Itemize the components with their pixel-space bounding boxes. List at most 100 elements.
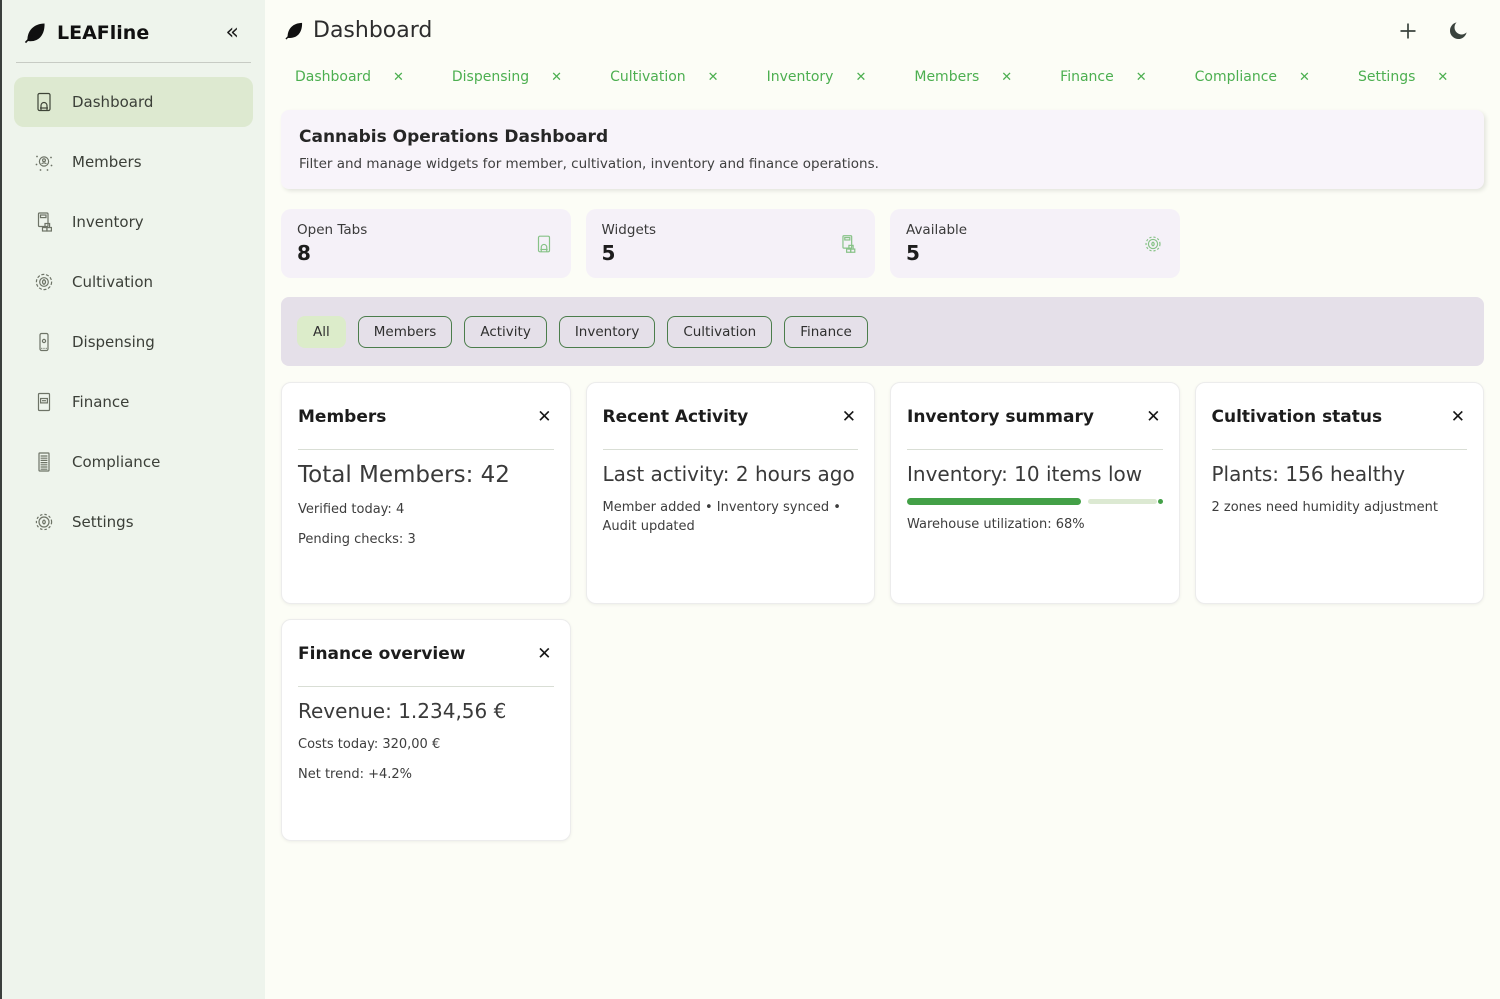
sidebar-collapse-button[interactable]: «	[218, 22, 247, 44]
tab-finance[interactable]: Finance✕	[1060, 69, 1146, 85]
widget-divider	[298, 686, 554, 687]
widget-primary-text: Total Members: 42	[298, 462, 554, 488]
progressbar-fill	[907, 498, 1081, 505]
widget-primary-text: Inventory: 10 items low	[907, 462, 1163, 486]
widget-divider	[603, 449, 859, 450]
moon-icon[interactable]	[1446, 19, 1470, 43]
widget-cultivation-status: Cultivation status ✕ Plants: 156 healthy…	[1195, 382, 1485, 604]
close-widget-icon[interactable]: ✕	[1449, 409, 1467, 426]
sidebar-item-label: Cultivation	[72, 273, 153, 291]
filter-bar: All Members Activity Inventory Cultivati…	[281, 297, 1484, 366]
widget-title: Recent Activity	[603, 407, 749, 427]
plus-icon[interactable]	[1396, 19, 1420, 43]
sidebar: LEAFline « Dashboard Members Inventory C…	[0, 0, 265, 999]
sidebar-item-label: Compliance	[72, 453, 160, 471]
sidebar-item-dashboard[interactable]: Dashboard	[14, 77, 253, 127]
sidebar-item-compliance[interactable]: Compliance	[14, 437, 253, 487]
sidebar-item-finance[interactable]: Finance	[14, 377, 253, 427]
close-tab-icon[interactable]: ✕	[1299, 70, 1310, 85]
close-tab-icon[interactable]: ✕	[1001, 70, 1012, 85]
finance-icon	[32, 390, 56, 414]
widget-divider	[1212, 449, 1468, 450]
filter-chip-inventory[interactable]: Inventory	[559, 316, 655, 348]
page-title: Dashboard	[313, 18, 1396, 43]
close-widget-icon[interactable]: ✕	[1144, 409, 1162, 426]
inventory-icon	[837, 233, 859, 255]
tab-cultivation[interactable]: Cultivation✕	[610, 69, 719, 85]
sidebar-item-label: Inventory	[72, 213, 144, 231]
main-content: Dashboard Dashboard✕ Dispensing✕ Cultiva…	[265, 0, 1500, 999]
widget-line: Net trend: +4.2%	[298, 766, 554, 785]
close-widget-icon[interactable]: ✕	[840, 409, 858, 426]
close-tab-icon[interactable]: ✕	[708, 70, 719, 85]
widget-divider	[907, 449, 1163, 450]
widget-finance-overview: Finance overview ✕ Revenue: 1.234,56 € C…	[281, 619, 571, 841]
close-tab-icon[interactable]: ✕	[393, 70, 404, 85]
widget-primary-text: Plants: 156 healthy	[1212, 462, 1468, 486]
warehouse-utilization-progressbar	[907, 498, 1163, 505]
stat-available: Available 5	[890, 209, 1180, 278]
leaf-logo-icon	[22, 20, 48, 46]
logo-row: LEAFline «	[14, 14, 253, 46]
leaf-icon	[283, 20, 305, 42]
tab-inventory[interactable]: Inventory✕	[767, 69, 867, 85]
close-widget-icon[interactable]: ✕	[535, 409, 553, 426]
widget-title: Cultivation status	[1212, 407, 1383, 427]
widget-line: 2 zones need humidity adjustment	[1212, 499, 1468, 518]
widget-title: Inventory summary	[907, 407, 1094, 427]
sidebar-item-label: Finance	[72, 393, 129, 411]
progressbar-track	[1088, 499, 1156, 504]
widget-inventory-summary: Inventory summary ✕ Inventory: 10 items …	[890, 382, 1180, 604]
tab-settings[interactable]: Settings✕	[1358, 69, 1448, 85]
tab-bar: Dashboard✕ Dispensing✕ Cultivation✕ Inve…	[295, 69, 1484, 85]
gear-icon	[1142, 233, 1164, 255]
settings-icon	[32, 510, 56, 534]
stat-label: Widgets	[602, 222, 657, 238]
close-tab-icon[interactable]: ✕	[1136, 70, 1147, 85]
stat-value: 5	[906, 241, 967, 265]
tab-members[interactable]: Members✕	[914, 69, 1012, 85]
sidebar-item-label: Dispensing	[72, 333, 155, 351]
dispensing-icon	[32, 330, 56, 354]
widget-line: Warehouse utilization: 68%	[907, 516, 1163, 535]
tab-compliance[interactable]: Compliance✕	[1195, 69, 1310, 85]
banner-subtitle: Filter and manage widgets for member, cu…	[299, 156, 1466, 172]
sidebar-item-inventory[interactable]: Inventory	[14, 197, 253, 247]
tab-dispensing[interactable]: Dispensing✕	[452, 69, 562, 85]
widget-title: Members	[298, 407, 386, 427]
widget-divider	[298, 449, 554, 450]
widget-title: Finance overview	[298, 644, 465, 664]
widget-line: Verified today: 4	[298, 501, 554, 520]
widget-line: Pending checks: 3	[298, 531, 554, 550]
sidebar-item-cultivation[interactable]: Cultivation	[14, 257, 253, 307]
stat-widgets: Widgets 5	[586, 209, 876, 278]
members-icon	[32, 150, 56, 174]
widget-line: Costs today: 320,00 €	[298, 736, 554, 755]
close-tab-icon[interactable]: ✕	[551, 70, 562, 85]
widget-members: Members ✕ Total Members: 42 Verified tod…	[281, 382, 571, 604]
close-tab-icon[interactable]: ✕	[855, 70, 866, 85]
filter-chip-all[interactable]: All	[297, 316, 346, 348]
dashboard-banner: Cannabis Operations Dashboard Filter and…	[281, 110, 1484, 189]
cultivation-icon	[32, 270, 56, 294]
stats-empty-cell	[1195, 209, 1485, 278]
widget-primary-text: Last activity: 2 hours ago	[603, 462, 859, 486]
sidebar-item-settings[interactable]: Settings	[14, 497, 253, 547]
sidebar-item-members[interactable]: Members	[14, 137, 253, 187]
tab-dashboard[interactable]: Dashboard✕	[295, 69, 404, 85]
stat-value: 8	[297, 241, 367, 265]
stats-row: Open Tabs 8 Widgets 5 Available 5	[281, 209, 1484, 278]
close-widget-icon[interactable]: ✕	[535, 646, 553, 663]
stat-label: Available	[906, 222, 967, 238]
filter-chip-finance[interactable]: Finance	[784, 316, 868, 348]
filter-chip-activity[interactable]: Activity	[464, 316, 547, 348]
compliance-icon	[32, 450, 56, 474]
widgets-grid: Members ✕ Total Members: 42 Verified tod…	[281, 382, 1484, 841]
close-tab-icon[interactable]: ✕	[1437, 70, 1448, 85]
filter-chip-members[interactable]: Members	[358, 316, 453, 348]
progressbar-dot	[1158, 499, 1163, 504]
sidebar-item-dispensing[interactable]: Dispensing	[14, 317, 253, 367]
stat-label: Open Tabs	[297, 222, 367, 238]
sidebar-item-label: Settings	[72, 513, 134, 531]
filter-chip-cultivation[interactable]: Cultivation	[667, 316, 772, 348]
